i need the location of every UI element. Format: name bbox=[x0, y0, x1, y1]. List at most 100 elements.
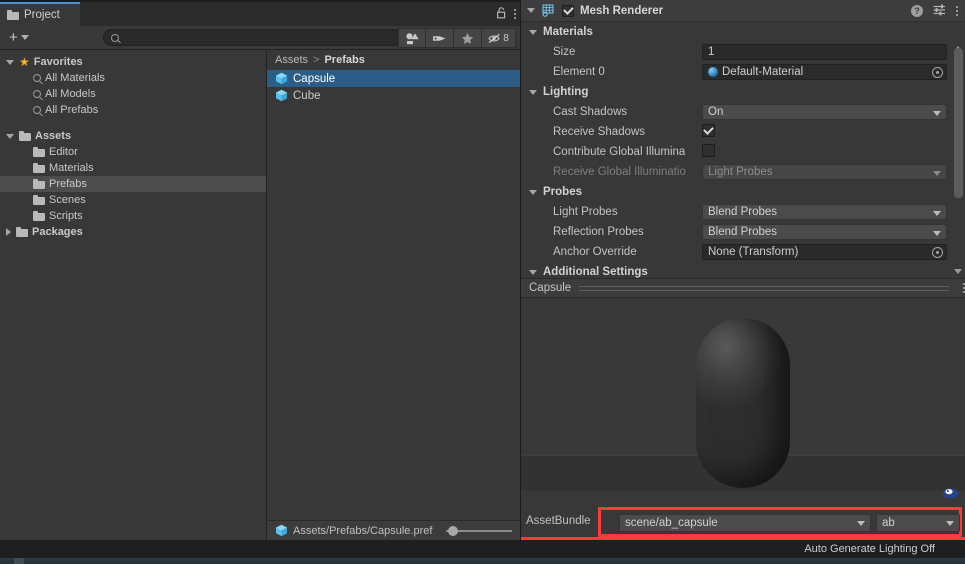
capsule-mesh-preview bbox=[696, 318, 790, 488]
chevron-down-icon bbox=[933, 171, 941, 176]
dropdown-value: Light Probes bbox=[708, 166, 773, 178]
inspector-scrollbar[interactable] bbox=[954, 48, 963, 198]
tree-item-scripts[interactable]: Scripts bbox=[0, 208, 266, 224]
component-foldout-arrow[interactable] bbox=[527, 8, 535, 13]
anchor-override-object-field[interactable]: None (Transform) bbox=[702, 244, 947, 260]
tree-item-label: Prefabs bbox=[49, 178, 87, 190]
tree-item-assets[interactable]: Assets bbox=[0, 128, 266, 144]
prefab-icon bbox=[275, 89, 288, 102]
preview-viewport[interactable] bbox=[521, 298, 965, 491]
assetbundle-variant-value: ab bbox=[882, 517, 895, 529]
contribute-global-illumina-checkbox[interactable] bbox=[702, 144, 715, 157]
light-probes-dropdown[interactable]: Blend Probes bbox=[702, 204, 947, 220]
receive-global-illuminatio-dropdown[interactable]: Light Probes bbox=[702, 164, 947, 180]
preview-lighting-icon[interactable] bbox=[939, 483, 961, 501]
section-title: Probes bbox=[543, 186, 582, 198]
breadcrumb-root[interactable]: Assets bbox=[275, 54, 308, 66]
chevron-down-icon[interactable] bbox=[529, 29, 537, 35]
project-window: Project + 8 ★ Favorites All Materials Al… bbox=[0, 0, 520, 540]
tree-item-all-models[interactable]: All Models bbox=[0, 86, 266, 102]
object-picker-icon[interactable] bbox=[932, 67, 943, 78]
tree-item-favorites[interactable]: ★ Favorites bbox=[0, 54, 266, 70]
property-field: Blend Probes bbox=[702, 224, 947, 240]
assetbundle-variant-dropdown[interactable]: ab bbox=[876, 514, 960, 532]
selected-asset-path: Assets/Prefabs/Capsule.pref bbox=[293, 524, 433, 537]
plus-icon: + bbox=[9, 29, 18, 46]
preview-drag-handle[interactable] bbox=[579, 285, 949, 291]
tree-item-all-materials[interactable]: All Materials bbox=[0, 70, 266, 86]
inspector-properties: Materials Size 1 Element 0 Default-Material L… bbox=[521, 22, 965, 278]
element-0-object-field[interactable]: Default-Material bbox=[702, 64, 947, 80]
component-title: Mesh Renderer bbox=[580, 4, 664, 17]
search-icon bbox=[33, 74, 41, 82]
property-label: Reflection Probes bbox=[553, 226, 644, 238]
tree-item-all-prefabs[interactable]: All Prefabs bbox=[0, 102, 266, 118]
size-input[interactable]: 1 bbox=[702, 44, 947, 60]
section-header-probes[interactable]: Probes bbox=[521, 182, 965, 202]
property-field: 1 bbox=[702, 44, 947, 60]
kebab-menu-icon[interactable] bbox=[956, 6, 958, 16]
chevron-down-icon[interactable] bbox=[529, 269, 537, 275]
asset-item-capsule[interactable]: Capsule bbox=[267, 70, 520, 87]
scroll-down-arrow[interactable] bbox=[954, 269, 962, 274]
chevron-down-icon[interactable] bbox=[529, 89, 537, 95]
asset-item-label: Cube bbox=[293, 89, 321, 102]
section-header-additional-settings[interactable]: Additional Settings bbox=[521, 262, 965, 278]
object-field-value: None (Transform) bbox=[708, 246, 799, 258]
receive-shadows-checkbox[interactable] bbox=[702, 124, 715, 137]
hidden-assets-toggle[interactable]: 8 bbox=[482, 28, 516, 48]
component-enabled-checkbox[interactable] bbox=[562, 4, 574, 17]
chevron-down-icon[interactable] bbox=[6, 59, 14, 65]
asset-type-filter-icon[interactable] bbox=[398, 28, 426, 48]
create-asset-button[interactable]: + bbox=[4, 29, 34, 47]
tree-item-label: All Materials bbox=[45, 72, 105, 84]
status-message: Auto Generate Lighting Off bbox=[804, 543, 935, 555]
section-header-lighting[interactable]: Lighting bbox=[521, 82, 965, 102]
project-tree-pane: ★ Favorites All Materials All Models All Pre… bbox=[0, 50, 267, 540]
chevron-down-icon bbox=[933, 211, 941, 216]
chevron-down-icon bbox=[933, 231, 941, 236]
taskbar-item[interactable] bbox=[14, 558, 24, 564]
breadcrumb-current[interactable]: Prefabs bbox=[324, 54, 364, 66]
property-field: On bbox=[702, 104, 947, 120]
search-box[interactable] bbox=[103, 29, 406, 46]
star-filter-icon[interactable] bbox=[454, 28, 482, 48]
chevron-right-icon[interactable] bbox=[6, 228, 11, 236]
asset-list: Capsule Cube bbox=[267, 70, 520, 520]
label-filter-icon[interactable] bbox=[426, 28, 454, 48]
chevron-down-icon[interactable] bbox=[529, 189, 537, 195]
property-label: Receive Shadows bbox=[553, 126, 646, 138]
reflection-probes-dropdown[interactable]: Blend Probes bbox=[702, 224, 947, 240]
property-label: Receive Global Illuminatio bbox=[553, 166, 686, 178]
object-picker-icon[interactable] bbox=[932, 247, 943, 258]
asset-item-cube[interactable]: Cube bbox=[267, 87, 520, 104]
property-row-size: Size 1 bbox=[521, 42, 965, 62]
help-icon[interactable]: ? bbox=[911, 5, 923, 17]
tree-item-prefabs[interactable]: Prefabs bbox=[0, 176, 266, 192]
tree-item-scenes[interactable]: Scenes bbox=[0, 192, 266, 208]
search-input[interactable] bbox=[119, 31, 405, 44]
property-label: Size bbox=[553, 46, 576, 58]
project-tab-tools bbox=[496, 2, 516, 26]
tree-item-label: All Models bbox=[45, 88, 96, 100]
tree-item-editor[interactable]: Editor bbox=[0, 144, 266, 160]
lock-icon[interactable] bbox=[496, 6, 507, 22]
tree-item-materials[interactable]: Materials bbox=[0, 160, 266, 176]
tab-project[interactable]: Project bbox=[0, 2, 80, 26]
kebab-menu-icon[interactable] bbox=[514, 9, 516, 19]
search-icon bbox=[111, 33, 119, 42]
cast-shadows-dropdown[interactable]: On bbox=[702, 104, 947, 120]
chevron-down-icon bbox=[933, 111, 941, 116]
tree-item-packages[interactable]: Packages bbox=[0, 224, 266, 240]
section-header-materials[interactable]: Materials bbox=[521, 22, 965, 42]
selected-asset-path-bar: Assets/Prefabs/Capsule.pref bbox=[267, 520, 520, 540]
thumbnail-zoom-knob[interactable] bbox=[448, 526, 458, 536]
unity-editor-window: Project + 8 ★ Favorites All Materials Al… bbox=[0, 0, 965, 564]
assetbundle-name-dropdown[interactable]: scene/ab_capsule bbox=[619, 514, 871, 532]
dropdown-value: On bbox=[708, 106, 724, 118]
tab-strip-empty bbox=[80, 2, 520, 26]
preview-header[interactable]: Capsule bbox=[521, 278, 965, 298]
property-row-light-probes: Light Probes Blend Probes bbox=[521, 202, 965, 222]
chevron-down-icon[interactable] bbox=[6, 133, 14, 139]
preset-icon[interactable] bbox=[933, 4, 946, 19]
